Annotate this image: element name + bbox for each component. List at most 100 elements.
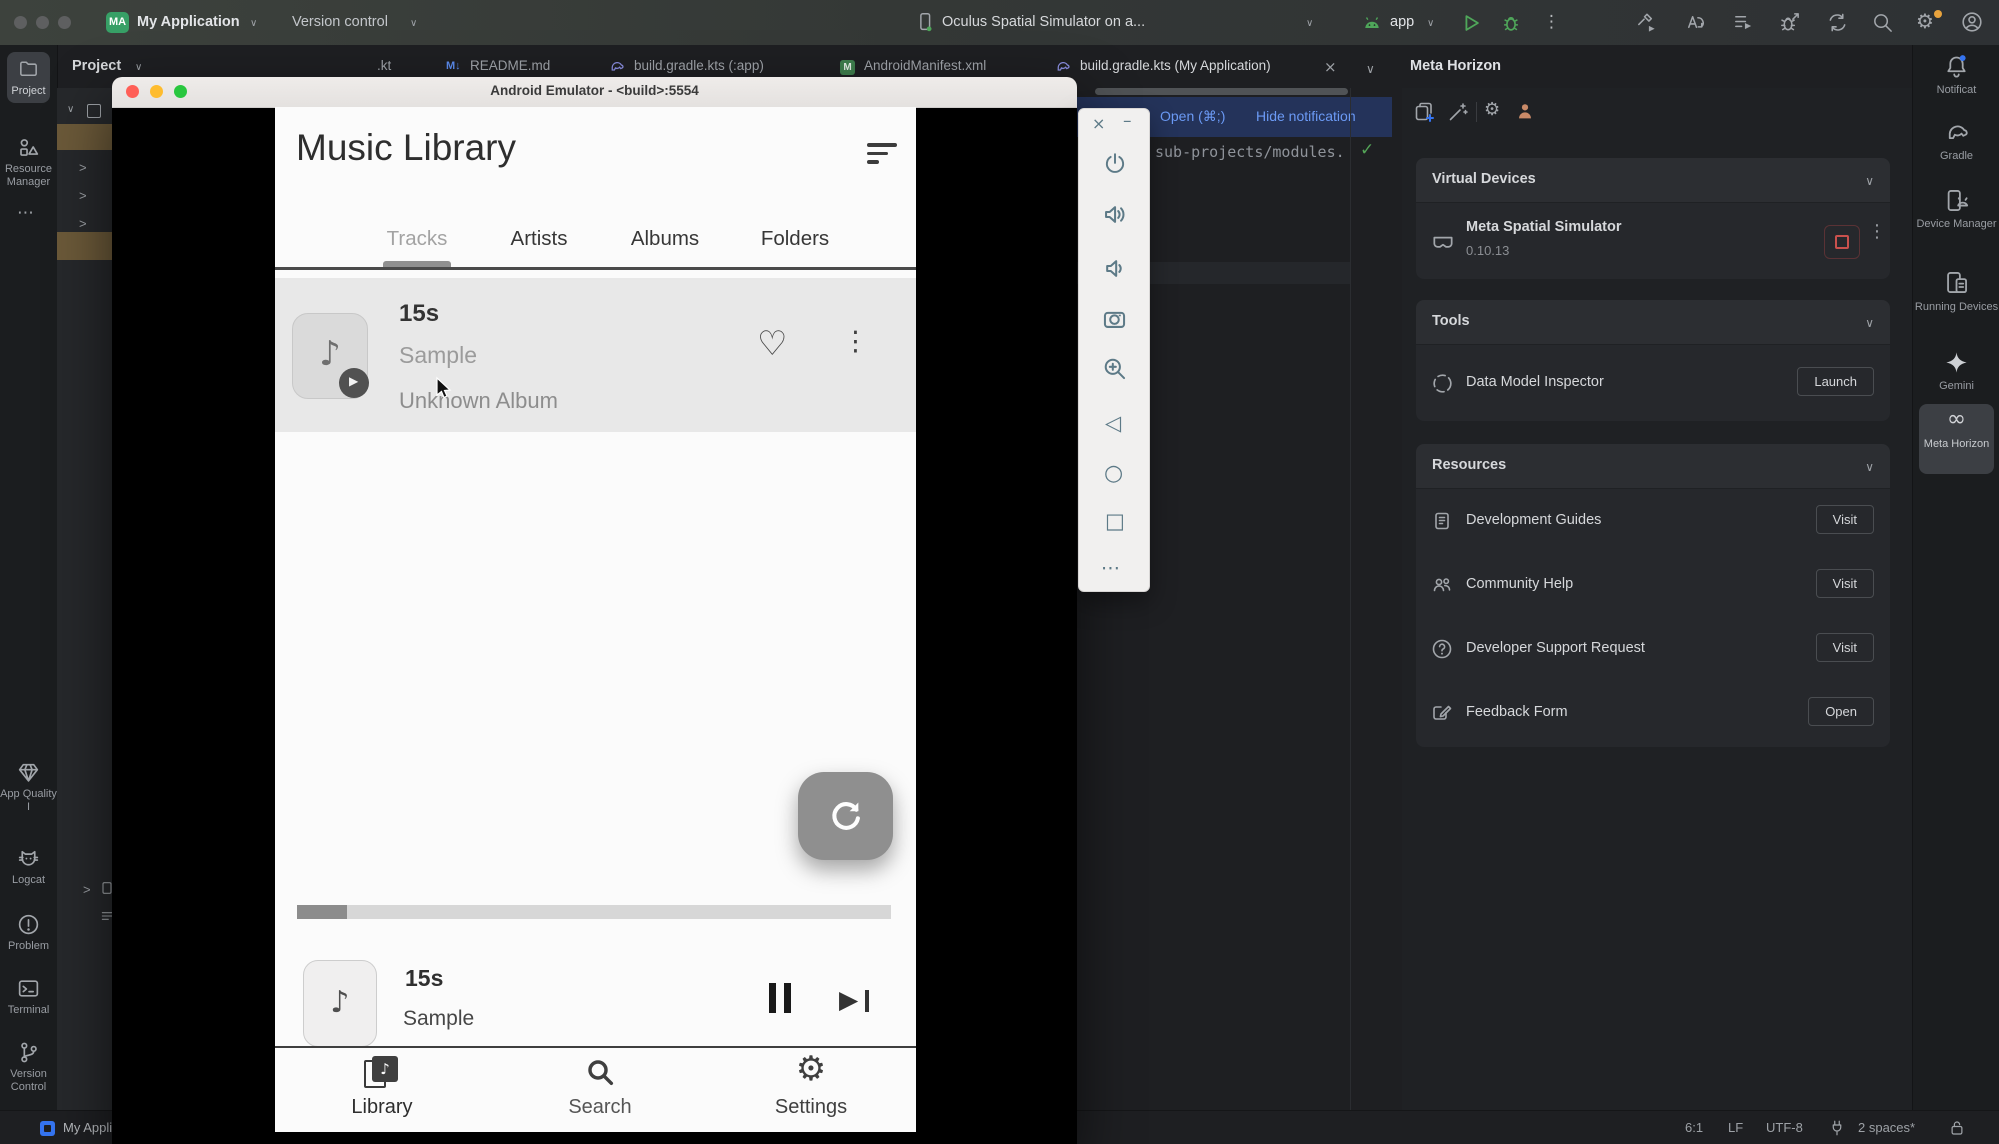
app-tab-albums[interactable]: Albums <box>631 227 699 251</box>
build-run-hammer-icon[interactable] <box>1635 11 1658 34</box>
lock-icon[interactable] <box>1948 1119 1966 1137</box>
profile-person-icon[interactable] <box>1514 100 1536 122</box>
more-tool-windows-icon[interactable]: ⋯ <box>17 203 34 223</box>
nav-item-settings[interactable]: ⚙ Settings <box>764 1048 858 1132</box>
power-button[interactable] <box>1102 151 1128 177</box>
sidebar-item-notifications[interactable]: Notificat <box>1913 84 1999 97</box>
tree-expand-icon[interactable]: ∨ <box>67 104 74 115</box>
volume-up-button[interactable] <box>1101 201 1128 228</box>
emulator-titlebar[interactable]: Android Emulator - <build>:5554 <box>112 77 1077 108</box>
device-selector[interactable]: Oculus Spatial Simulator on a... <box>942 14 1145 30</box>
app-tab-folders[interactable]: Folders <box>761 227 829 251</box>
close-tab-icon[interactable]: × <box>1324 58 1337 76</box>
sort-icon[interactable] <box>867 143 899 164</box>
notification-open-link[interactable]: Open (⌘;) <box>1160 108 1225 125</box>
favorite-heart-icon[interactable]: ♡ <box>757 324 787 364</box>
sidebar-item-gemini[interactable]: Gemini <box>1913 380 1999 393</box>
track-list-item[interactable]: ♪ ▶ 15s Sample Unknown Album ♡ ⋮ <box>275 278 916 432</box>
device-manager-icon[interactable] <box>1943 187 1970 214</box>
version-control-branch-icon[interactable] <box>16 1040 41 1065</box>
search-everywhere-icon[interactable] <box>1871 11 1894 34</box>
more-actions-icon[interactable]: ⋮ <box>1543 12 1560 32</box>
plugin-plug-icon[interactable] <box>1828 1119 1846 1137</box>
more-options-button[interactable]: ⋯ <box>1101 557 1121 579</box>
status-caret-position[interactable]: 6:1 <box>1685 1120 1703 1135</box>
window-close-dim-icon[interactable] <box>14 16 27 29</box>
nav-item-library[interactable]: ♪ Library <box>335 1048 429 1132</box>
status-encoding[interactable]: UTF-8 <box>1766 1120 1803 1135</box>
status-line-separator[interactable]: LF <box>1728 1120 1743 1135</box>
tree-collapse-arrow[interactable]: > <box>79 216 87 231</box>
app-quality-insights-icon[interactable] <box>16 760 41 785</box>
visit-button[interactable]: Visit <box>1816 633 1874 662</box>
debug-button[interactable] <box>1500 12 1522 34</box>
track-menu-kebab-icon[interactable]: ⋮ <box>842 326 869 357</box>
app-tab-artists[interactable]: Artists <box>511 227 568 251</box>
window-minimize-dim-icon[interactable] <box>36 16 49 29</box>
menu-version-control[interactable]: Version control <box>292 14 388 30</box>
open-button[interactable]: Open <box>1808 697 1874 726</box>
sidebar-item-resource-manager[interactable]: Resource Manager <box>0 163 57 189</box>
run-with-list-icon[interactable] <box>1732 11 1755 34</box>
running-devices-icon[interactable] <box>1943 269 1970 296</box>
resources-header[interactable]: Resources ∨ <box>1416 444 1890 488</box>
volume-down-button[interactable] <box>1101 255 1128 282</box>
launch-button[interactable]: Launch <box>1797 367 1874 396</box>
home-button[interactable]: ○ <box>1104 461 1123 486</box>
visit-button[interactable]: Visit <box>1816 569 1874 598</box>
app-tab-tracks[interactable]: Tracks <box>387 227 448 251</box>
problems-icon[interactable] <box>16 912 41 937</box>
terminal-icon[interactable] <box>16 976 41 1001</box>
menu-my-application[interactable]: My Application <box>137 14 240 30</box>
inspection-ok-check-icon[interactable]: ✓ <box>1360 140 1374 160</box>
sidebar-item-problems[interactable]: Problem <box>0 940 57 953</box>
zoom-button[interactable] <box>1101 355 1128 382</box>
visit-button[interactable]: Visit <box>1816 505 1874 534</box>
resource-manager-icon[interactable] <box>16 135 41 160</box>
tab-gradle-root-active[interactable]: build.gradle.kts (My Application) <box>1080 58 1271 73</box>
sync-project-icon[interactable] <box>1826 11 1849 34</box>
screenshot-camera-button[interactable] <box>1101 305 1128 332</box>
window-zoom-dim-icon[interactable] <box>58 16 71 29</box>
run-configuration[interactable]: app <box>1390 14 1414 30</box>
virtual-devices-header[interactable]: Virtual Devices ∨ <box>1416 158 1890 202</box>
tab-list-chevron-icon[interactable]: ∨ <box>1366 62 1375 76</box>
sidebar-item-logcat[interactable]: Logcat <box>0 874 57 887</box>
overview-button[interactable]: □ <box>1105 509 1125 533</box>
magic-wand-icon[interactable] <box>1446 100 1470 124</box>
sidebar-item-project[interactable]: Project <box>7 52 50 103</box>
gemini-sparkle-icon[interactable] <box>1943 349 1970 376</box>
sidebar-item-version-control[interactable]: Version Control <box>0 1068 57 1094</box>
playback-progress-track[interactable] <box>297 905 891 919</box>
refresh-fab-button[interactable] <box>798 772 893 860</box>
tree-collapse-arrow[interactable]: > <box>83 882 91 897</box>
rerun-icon[interactable] <box>1684 11 1707 34</box>
status-indent[interactable]: 2 spaces* <box>1858 1120 1915 1135</box>
settings-gear-icon[interactable]: ⚙ <box>1916 9 1934 33</box>
run-button[interactable] <box>1460 12 1482 34</box>
tree-collapse-arrow[interactable]: > <box>79 160 87 175</box>
editor-scrollbar[interactable] <box>1095 88 1348 95</box>
sidebar-item-meta-horizon[interactable]: ∞ Meta Horizon <box>1919 404 1994 474</box>
logcat-cat-icon[interactable] <box>16 846 41 871</box>
sidebar-item-gradle[interactable]: Gradle <box>1913 150 1999 163</box>
attach-debugger-icon[interactable] <box>1778 11 1801 34</box>
tab-kt[interactable]: .kt <box>377 58 391 73</box>
create-project-icon[interactable] <box>1412 100 1436 124</box>
pause-button[interactable] <box>769 983 791 1018</box>
tab-readme[interactable]: README.md <box>470 58 550 73</box>
tree-collapse-arrow[interactable]: > <box>79 188 87 203</box>
editor-code-line[interactable]: sub-projects/modules. <box>1155 143 1345 161</box>
stop-device-button[interactable] <box>1824 225 1860 259</box>
project-panel-title[interactable]: Project <box>72 58 121 74</box>
back-button[interactable]: ◁ <box>1105 411 1121 435</box>
panel-settings-gear-icon[interactable]: ⚙ <box>1484 99 1500 120</box>
sidebar-item-app-quality[interactable]: App Quality I <box>0 788 57 814</box>
device-menu-kebab-icon[interactable]: ⋮ <box>1868 221 1886 242</box>
notifications-bell-icon[interactable] <box>1943 53 1970 80</box>
notification-hide-link[interactable]: Hide notification <box>1256 108 1356 124</box>
nav-item-search[interactable]: Search <box>553 1048 647 1132</box>
sidebar-item-device-manager[interactable]: Device Manager <box>1913 218 1999 231</box>
emulator-minimize-icon[interactable]: – <box>1123 111 1132 131</box>
tools-header[interactable]: Tools ∨ <box>1416 300 1890 344</box>
